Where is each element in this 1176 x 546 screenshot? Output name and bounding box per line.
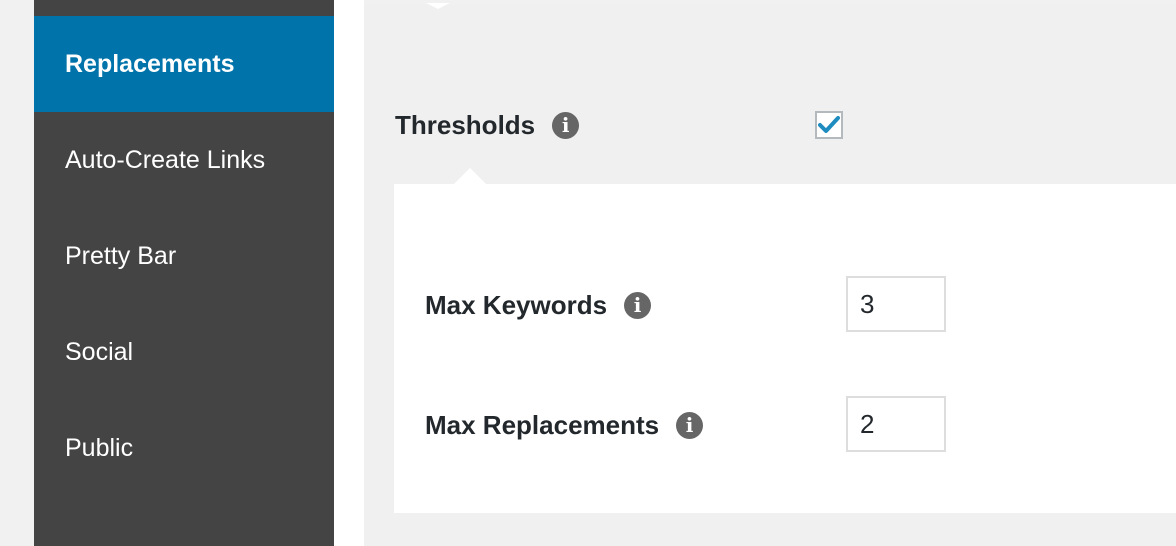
thresholds-checkbox[interactable]: [815, 111, 843, 139]
sidebar-item-public[interactable]: Public: [34, 400, 334, 496]
sidebar-item-label: Public: [65, 433, 134, 462]
sidebar-item-label: Pretty Bar: [65, 241, 177, 270]
sidebar-item-social[interactable]: Social: [34, 304, 334, 400]
info-icon[interactable]: i: [552, 111, 580, 139]
max-replacements-row: Max Replacements i: [425, 408, 704, 442]
max-keywords-label: Max Keywords: [425, 289, 608, 320]
sidebar-item-label: Replacements: [65, 49, 235, 78]
sidebar-item-label: Social: [65, 337, 134, 366]
info-icon[interactable]: i: [624, 291, 652, 319]
checkmark-icon: [818, 116, 840, 133]
subbox-arrow: [454, 168, 486, 184]
gutter: [334, 0, 364, 546]
sidebar-item-label: Auto-Create Links: [65, 145, 266, 174]
info-icon[interactable]: i: [676, 411, 704, 439]
thresholds-options-box: [394, 184, 1176, 513]
sidebar-item-pretty-bar[interactable]: Pretty Bar: [34, 208, 334, 304]
sidebar-item-auto-create-links[interactable]: Auto-Create Links: [34, 112, 334, 208]
thresholds-row: Thresholds i: [395, 108, 580, 142]
sidebar-item-replacements[interactable]: Replacements: [34, 16, 334, 112]
thresholds-label: Thresholds: [395, 109, 536, 140]
max-replacements-input[interactable]: [846, 396, 946, 452]
max-replacements-label: Max Replacements: [425, 409, 660, 440]
panel-notch: [426, 3, 450, 9]
max-keywords-input[interactable]: [846, 276, 946, 332]
sidebar-nav: Replacements Auto-Create Links Pretty Ba…: [34, 0, 334, 546]
max-keywords-row: Max Keywords i: [425, 288, 652, 322]
